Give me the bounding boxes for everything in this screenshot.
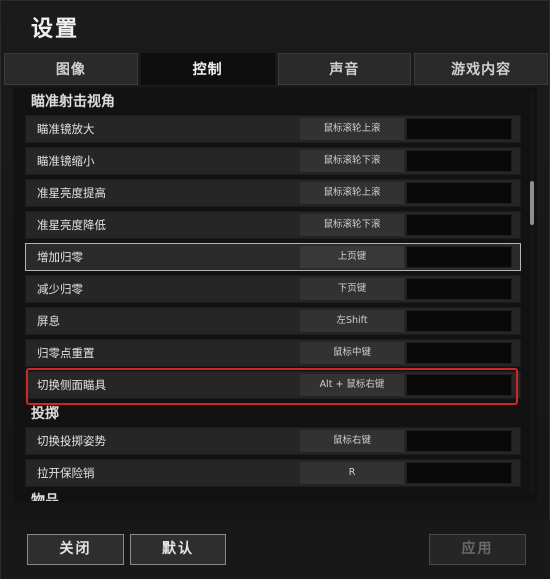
primary-key-slot[interactable]: 鼠标中键 [300, 342, 404, 364]
close-button[interactable]: 关闭 [27, 534, 124, 565]
secondary-key-slot[interactable] [406, 214, 512, 236]
primary-key-slot[interactable]: 鼠标滚轮下滚 [300, 214, 404, 236]
keybind-label: 准星亮度降低 [37, 218, 106, 232]
keybind-label: 切换投掷姿势 [37, 434, 106, 448]
keybind-row-zeroing-reset[interactable]: 归零点重置 鼠标中键 [25, 339, 521, 367]
apply-button[interactable]: 应用 [429, 534, 526, 565]
keybind-label: 瞄准镜放大 [37, 122, 95, 136]
keybind-row-zeroing-up[interactable]: 增加归零 上页键 [25, 243, 521, 271]
primary-key-slot[interactable]: 鼠标滚轮上滚 [300, 118, 404, 140]
primary-key-slot[interactable]: 鼠标滚轮上滚 [300, 182, 404, 204]
keybind-row-reticle-brightness-down[interactable]: 准星亮度降低 鼠标滚轮下滚 [25, 211, 521, 239]
tab-controls[interactable]: 控制 [140, 53, 275, 85]
keybind-row-scope-zoom-out[interactable]: 瞄准镜缩小 鼠标滚轮下滚 [25, 147, 521, 175]
primary-key-slot[interactable]: 上页键 [300, 246, 404, 268]
secondary-key-slot[interactable] [406, 430, 512, 452]
default-button[interactable]: 默认 [130, 534, 226, 565]
primary-key-slot[interactable]: 鼠标右键 [300, 430, 404, 452]
primary-key-slot[interactable]: 鼠标滚轮下滚 [300, 150, 404, 172]
secondary-key-slot[interactable] [406, 462, 512, 484]
settings-window: 设置 图像 控制 声音 游戏内容 瞄准射击视角 瞄准镜放大 鼠标滚轮上滚 瞄准镜… [0, 0, 550, 579]
keybind-panel: 瞄准射击视角 瞄准镜放大 鼠标滚轮上滚 瞄准镜缩小 鼠标滚轮下滚 准星亮度提高 … [13, 87, 537, 503]
window-title: 设置 [31, 17, 80, 42]
keybind-label: 拉开保险销 [37, 466, 95, 480]
keybind-row-throw-mode[interactable]: 切换投掷姿势 鼠标右键 [25, 427, 521, 455]
keybind-list: 瞄准射击视角 瞄准镜放大 鼠标滚轮上滚 瞄准镜缩小 鼠标滚轮下滚 准星亮度提高 … [25, 91, 521, 501]
keybind-label: 屏息 [37, 314, 60, 328]
keybind-label: 归零点重置 [37, 346, 95, 360]
tab-bar: 图像 控制 声音 游戏内容 [4, 53, 548, 85]
keybind-label: 减少归零 [37, 282, 83, 296]
primary-key-slot[interactable]: 下页键 [300, 278, 404, 300]
keybind-label: 增加归零 [37, 250, 83, 264]
secondary-key-slot[interactable] [406, 310, 512, 332]
scrollbar[interactable] [530, 93, 534, 493]
keybind-label: 瞄准镜缩小 [37, 154, 95, 168]
tab-graphics[interactable]: 图像 [4, 53, 138, 85]
keybind-row-scope-zoom-in[interactable]: 瞄准镜放大 鼠标滚轮上滚 [25, 115, 521, 143]
footer-bar: 关闭 默认 应用 [1, 519, 550, 579]
keybind-row-toggle-side-sight[interactable]: 切换侧面瞄具 Alt + 鼠标右键 [25, 371, 521, 399]
keybind-row-zeroing-down[interactable]: 减少归零 下页键 [25, 275, 521, 303]
primary-key-slot[interactable]: 左Shift [300, 310, 404, 332]
secondary-key-slot[interactable] [406, 342, 512, 364]
keybind-row-reticle-brightness-up[interactable]: 准星亮度提高 鼠标滚轮上滚 [25, 179, 521, 207]
primary-key-slot[interactable]: R [300, 462, 404, 484]
secondary-key-slot[interactable] [406, 278, 512, 300]
section-title-aim: 瞄准射击视角 [31, 94, 115, 110]
tab-gameplay[interactable]: 游戏内容 [414, 53, 548, 85]
section-title-items: 物品 [31, 493, 59, 501]
keybind-label: 切换侧面瞄具 [37, 378, 106, 392]
secondary-key-slot[interactable] [406, 246, 512, 268]
scrollbar-thumb[interactable] [530, 181, 534, 225]
secondary-key-slot[interactable] [406, 182, 512, 204]
keybind-row-pull-pin[interactable]: 拉开保险销 R [25, 459, 521, 487]
secondary-key-slot[interactable] [406, 118, 512, 140]
keybind-row-hold-breath[interactable]: 屏息 左Shift [25, 307, 521, 335]
tab-audio[interactable]: 声音 [277, 53, 412, 85]
primary-key-slot[interactable]: Alt + 鼠标右键 [300, 374, 404, 396]
section-title-throw: 投掷 [31, 406, 59, 422]
secondary-key-slot[interactable] [406, 374, 512, 396]
secondary-key-slot[interactable] [406, 150, 512, 172]
keybind-label: 准星亮度提高 [37, 186, 106, 200]
